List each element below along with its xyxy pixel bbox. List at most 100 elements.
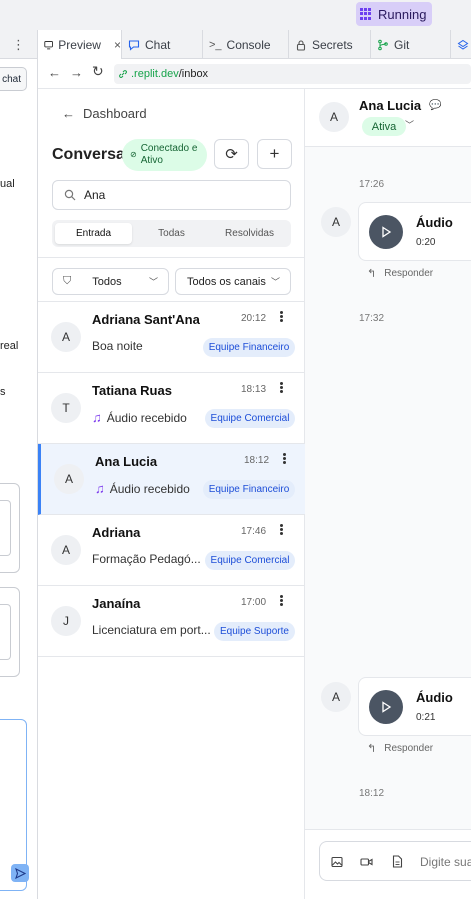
play-button[interactable] [369,215,403,249]
inbox-segmented-control: Entrada Todas Resolvidas [52,220,291,247]
panel-menu[interactable]: ⋮ [0,30,38,59]
url-field[interactable]: .replit.dev/inbox [114,64,471,84]
reply-icon: ↰ [367,743,377,755]
git-branch-icon [378,39,388,50]
more-options-icon[interactable] [278,594,284,608]
team-badge: Equipe Suporte [214,622,295,641]
document-icon[interactable] [392,855,403,868]
more-options-icon[interactable] [278,310,284,324]
new-conversation-button[interactable]: + [257,139,292,169]
message-preview: Licenciatura em port... [92,623,211,637]
filter-icon: ⛉ [63,275,72,287]
side-text: real [0,340,19,352]
chevron-down-icon: ﹀ [270,277,280,287]
reply-button[interactable]: ↰ Responder [367,267,433,280]
reply-button[interactable]: ↰ Responder [367,742,433,755]
reply-label: Responder [384,268,434,279]
tab-bar: ⋮ Preview × Chat >_ Console Secrets Git [0,30,471,59]
conversation-row[interactable]: A Adriana Sant'Ana 20:12 Boa noite Equip… [38,302,305,373]
tab-console[interactable]: >_ Console [203,30,289,59]
music-note-icon: ♫ [95,481,105,496]
chat-bubble-icon: 💬 [429,100,442,111]
contact-status-badge[interactable]: Ativa [362,117,406,136]
tab-preview[interactable]: Preview × [38,30,122,59]
back-arrow-icon[interactable]: ← [48,65,61,80]
more-options-icon[interactable] [278,523,284,537]
chat-panel: A Ana Lucia 💬 Ativa ﹀ 17:26 A Áudio 0:20… [305,89,471,899]
forward-arrow-icon[interactable]: → [70,65,83,80]
more-options-icon[interactable] [281,452,287,466]
chat-button[interactable]: chat [0,67,27,91]
conversation-time: 18:13 [241,384,267,395]
conversation-row[interactable]: T Tatiana Ruas 18:13 ♫ Áudio recebido Equ… [38,373,305,444]
audio-duration: 0:20 [416,237,436,248]
side-text: ual [0,178,15,190]
tab-git-label: Git [394,37,410,52]
send-button[interactable] [11,864,29,882]
segment-resolvidas[interactable]: Resolvidas [211,223,288,244]
avatar: A [54,464,84,494]
play-icon [382,701,392,713]
chevron-down-icon[interactable]: ﹀ [405,118,414,131]
back-to-dashboard-link[interactable]: ← Dashboard [62,106,147,121]
contact-name: Ana Lucia [359,98,422,113]
refresh-button[interactable]: ⟳ [214,139,249,169]
timestamp: 17:26 [359,179,385,190]
music-note-icon: ♫ [92,410,102,425]
segment-todas[interactable]: Todas [134,223,209,244]
composer-placeholder: Digite sua [420,855,471,869]
message-composer[interactable]: Digite sua [319,841,471,881]
search-input[interactable]: Ana [52,180,291,210]
tab-overflow[interactable] [451,30,471,59]
sender-avatar: A [321,682,351,712]
video-icon[interactable] [360,856,373,868]
contact-name: Janaína [92,596,141,611]
avatar: J [51,606,81,636]
grid-icon [360,7,373,21]
conversation-row-selected[interactable]: A Ana Lucia 18:12 ♫ Áudio recebido Equipe… [38,444,305,515]
team-badge: Equipe Financeiro [203,480,295,499]
tab-chat-label: Chat [145,37,171,52]
conversation-time: 17:00 [241,597,267,608]
tab-secrets[interactable]: Secrets [289,30,371,59]
image-icon[interactable] [331,856,343,868]
channel-filter-dropdown[interactable]: Todos os canais ﹀ [175,268,291,295]
conversation-row[interactable]: A Adriana 17:46 Formação Pedagó... Equip… [38,515,305,586]
tab-secrets-label: Secrets [312,37,353,52]
link-icon [119,70,127,78]
side-card [0,587,20,677]
chevron-down-icon: ﹀ [148,277,158,287]
team-badge: Equipe Financeiro [203,338,295,357]
tab-preview-label: Preview [58,37,101,52]
url-path: /inbox [178,68,209,80]
channel-filter-value: Todos os canais [187,275,266,288]
reload-icon[interactable]: ↻ [92,63,104,80]
conversation-row[interactable]: J Janaína 17:00 Licenciatura em port... … [38,586,305,657]
close-icon[interactable]: × [114,38,121,52]
audio-title: Áudio [416,690,453,705]
tab-chat[interactable]: Chat [122,30,203,59]
contact-name: Tatiana Ruas [92,383,172,398]
timestamp: 17:32 [359,313,385,324]
contact-name: Adriana [92,525,141,540]
segment-entrada[interactable]: Entrada [55,223,132,244]
message-preview: Formação Pedagó... [92,552,201,566]
more-options-icon[interactable] [278,381,284,395]
address-bar: ← → ↻ .replit.dev/inbox [38,59,471,89]
search-icon [64,189,76,201]
status-filter-dropdown[interactable]: ⛉ Todos ﹀ [52,268,169,295]
audio-duration: 0:21 [416,712,436,723]
kebab-icon: ⋮ [12,36,25,52]
reply-icon: ↰ [367,268,377,280]
side-card [0,483,20,573]
tab-git[interactable]: Git [371,30,451,59]
team-badge: Equipe Comercial [205,409,295,428]
run-status-label: Running [378,6,427,22]
play-icon [382,226,392,238]
run-status-button[interactable]: Running [356,2,432,26]
audio-message: Áudio 0:21 [358,677,471,736]
refresh-icon: ⟳ [225,146,238,163]
play-button[interactable] [369,690,403,724]
agent-input[interactable] [0,719,29,891]
monitor-icon [44,40,53,49]
